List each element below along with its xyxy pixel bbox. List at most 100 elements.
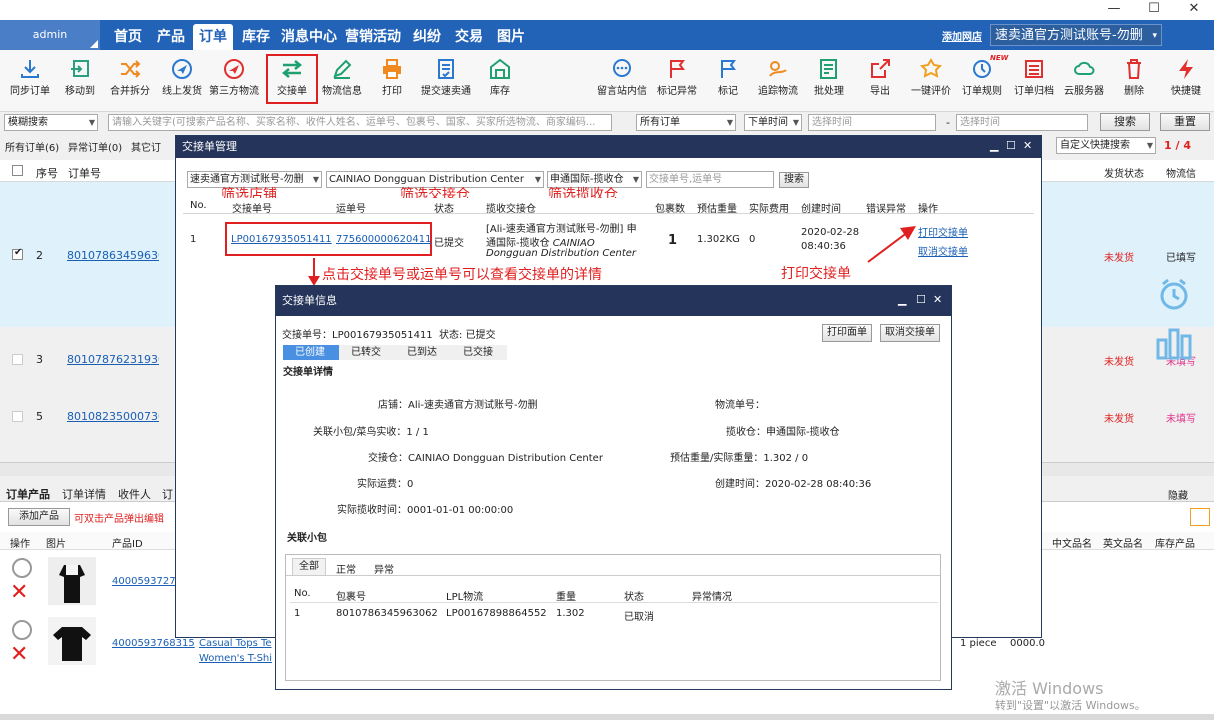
- account-select[interactable]: 速卖通官方测试账号-勿删 ▾: [990, 24, 1162, 46]
- order-rules-button[interactable]: 订单规则: [956, 56, 1008, 102]
- custom-search-value: 自定义快捷搜索: [1060, 140, 1130, 151]
- reset-button[interactable]: 重置: [1160, 113, 1210, 131]
- sub-tab-all[interactable]: 全部: [292, 558, 326, 575]
- batch-process-button[interactable]: 批处理: [803, 56, 855, 102]
- nav-tab-images[interactable]: 图片: [491, 24, 531, 50]
- product-id-link[interactable]: 4000593768315: [112, 638, 195, 649]
- tab-recipient[interactable]: 收件人: [118, 486, 151, 502]
- delete-x-icon[interactable]: ✕: [10, 642, 28, 667]
- nav-tab-marketing[interactable]: 营销活动: [342, 24, 404, 50]
- shortcut-button[interactable]: 快捷键: [1160, 56, 1212, 102]
- move-to-button[interactable]: 移动到: [54, 56, 106, 102]
- hide-panel-button[interactable]: 隐藏: [1168, 487, 1188, 502]
- search-mode-select[interactable]: 模糊搜索 ▼: [4, 114, 98, 131]
- order-archive-button[interactable]: 订单归档: [1008, 56, 1060, 102]
- print-button[interactable]: 打印: [366, 56, 418, 102]
- add-product-button[interactable]: 添加产品: [8, 508, 70, 526]
- export-button[interactable]: 导出: [854, 56, 906, 102]
- view-icon[interactable]: [12, 558, 32, 578]
- cloud-server-button[interactable]: 云服务器: [1058, 56, 1110, 102]
- warehouse-button[interactable]: 库存: [474, 56, 526, 102]
- sync-orders-button[interactable]: 同步订单: [4, 56, 56, 102]
- edit-hint: 可双击产品弹出编辑: [74, 514, 164, 525]
- cancel-handover-button[interactable]: 取消交接单: [880, 324, 940, 342]
- divider: [286, 575, 940, 576]
- tab-other-orders[interactable]: 其它订: [131, 139, 161, 154]
- third-party-logistics-button[interactable]: 第三方物流: [208, 56, 260, 102]
- row-checkbox[interactable]: [12, 354, 23, 365]
- close-icon[interactable]: ✕: [933, 293, 942, 306]
- keyword-input[interactable]: 请输入关键字(可搜索产品名称、买家名称、收件人姓名、运单号、包裹号、国家、买家所…: [108, 114, 612, 131]
- view-icon[interactable]: [12, 620, 32, 640]
- col-header-handover-no: 交接单号: [232, 204, 272, 215]
- tab-abnormal-orders[interactable]: 异常订单(0): [68, 139, 122, 154]
- maximize-icon[interactable]: ☐: [916, 293, 926, 306]
- handover-search-input[interactable]: 交接单号,运单号: [646, 171, 774, 188]
- message-button[interactable]: 留言站内信: [596, 56, 648, 102]
- mark-abnormal-button[interactable]: 标记异常: [651, 56, 703, 102]
- col-header-error: 异常情况: [692, 592, 732, 603]
- row-no: 5: [36, 410, 43, 423]
- end-time-input[interactable]: 选择时间: [956, 114, 1088, 131]
- handover-search-button[interactable]: 搜索: [779, 172, 809, 188]
- sub-tab-abnormal[interactable]: 异常: [374, 561, 394, 576]
- one-click-review-button[interactable]: 一键评价: [905, 56, 957, 102]
- maximize-icon[interactable]: ☐: [1006, 139, 1016, 152]
- order-link[interactable]: 8010786345963062: [67, 249, 159, 262]
- order-filter-select[interactable]: 所有订单 ▼: [636, 114, 736, 131]
- mark-button[interactable]: 标记: [702, 56, 754, 102]
- close-button[interactable]: ✕: [1174, 0, 1214, 20]
- alarm-clock-icon[interactable]: [1152, 272, 1196, 316]
- nav-tab-trade[interactable]: 交易: [449, 24, 489, 50]
- submit-aliexpress-button[interactable]: 提交速卖通: [420, 56, 472, 102]
- row-checkbox[interactable]: ✔: [12, 247, 23, 260]
- status-value: 已提交: [465, 330, 496, 341]
- handover-no-link[interactable]: LP00167935051411: [231, 234, 332, 245]
- order-link[interactable]: 8010823500073062: [67, 410, 159, 423]
- search-button[interactable]: 搜索: [1100, 113, 1150, 131]
- minimize-icon[interactable]: ▁: [898, 293, 906, 306]
- minimize-button[interactable]: —: [1094, 0, 1134, 20]
- nav-tab-home[interactable]: 首页: [108, 24, 148, 50]
- bar-chart-icon[interactable]: [1152, 322, 1196, 362]
- product-id-link[interactable]: 4000593727: [112, 576, 176, 587]
- add-shop-link[interactable]: 添加网店: [942, 28, 982, 43]
- delete-x-icon[interactable]: ✕: [10, 580, 28, 605]
- custom-search-select[interactable]: 自定义快捷搜索 ▼: [1056, 137, 1156, 154]
- tab-order-details[interactable]: 订单详情: [62, 486, 106, 502]
- product-title-link[interactable]: Casual Tops Te: [199, 638, 272, 649]
- product-title-link[interactable]: Women's T-Shi: [199, 653, 272, 664]
- chevron-down-icon: ▾: [1152, 31, 1157, 41]
- start-time-input[interactable]: 选择时间: [808, 114, 936, 131]
- select-all-checkbox[interactable]: [12, 165, 23, 176]
- nav-tab-disputes[interactable]: 纠纷: [407, 24, 447, 50]
- nav-tab-inventory[interactable]: 库存: [236, 24, 276, 50]
- settings-icon[interactable]: [1190, 508, 1210, 526]
- row-checkbox[interactable]: [12, 411, 23, 422]
- tab-order-products[interactable]: 订单产品: [6, 486, 50, 502]
- nav-tab-messages[interactable]: 消息中心: [278, 24, 340, 50]
- time-type-select[interactable]: 下单时间 ▼: [744, 114, 802, 131]
- order-link[interactable]: 8010787623193062: [67, 353, 159, 366]
- user-menu[interactable]: admin: [0, 20, 100, 50]
- cancel-handover-link[interactable]: 取消交接单: [918, 243, 968, 258]
- close-icon[interactable]: ✕: [1023, 139, 1032, 152]
- logistics-info-button[interactable]: 物流信息: [316, 56, 368, 102]
- handover-button[interactable]: 交接单: [266, 54, 318, 104]
- waybill-link[interactable]: 775600000620411: [336, 234, 431, 245]
- annotation-arrow-up-right: [867, 226, 916, 263]
- track-logistics-button[interactable]: 追踪物流: [752, 56, 804, 102]
- time-type-value: 下单时间: [748, 117, 788, 128]
- tab-all-orders[interactable]: 所有订单(6): [5, 139, 59, 154]
- tab-more[interactable]: 订: [162, 486, 173, 502]
- merge-split-button[interactable]: 合并拆分: [104, 56, 156, 102]
- nav-tab-products[interactable]: 产品: [151, 24, 191, 50]
- online-ship-button[interactable]: 线上发货: [156, 56, 208, 102]
- delete-button[interactable]: 删除: [1108, 56, 1160, 102]
- nav-tab-orders[interactable]: 订单: [193, 24, 233, 50]
- minimize-icon[interactable]: ▁: [990, 139, 998, 152]
- print-handover-link[interactable]: 打印交接单: [918, 224, 968, 239]
- sub-tab-normal[interactable]: 正常: [336, 561, 356, 576]
- maximize-button[interactable]: ☐: [1134, 0, 1174, 20]
- print-label-button[interactable]: 打印面单: [822, 324, 872, 342]
